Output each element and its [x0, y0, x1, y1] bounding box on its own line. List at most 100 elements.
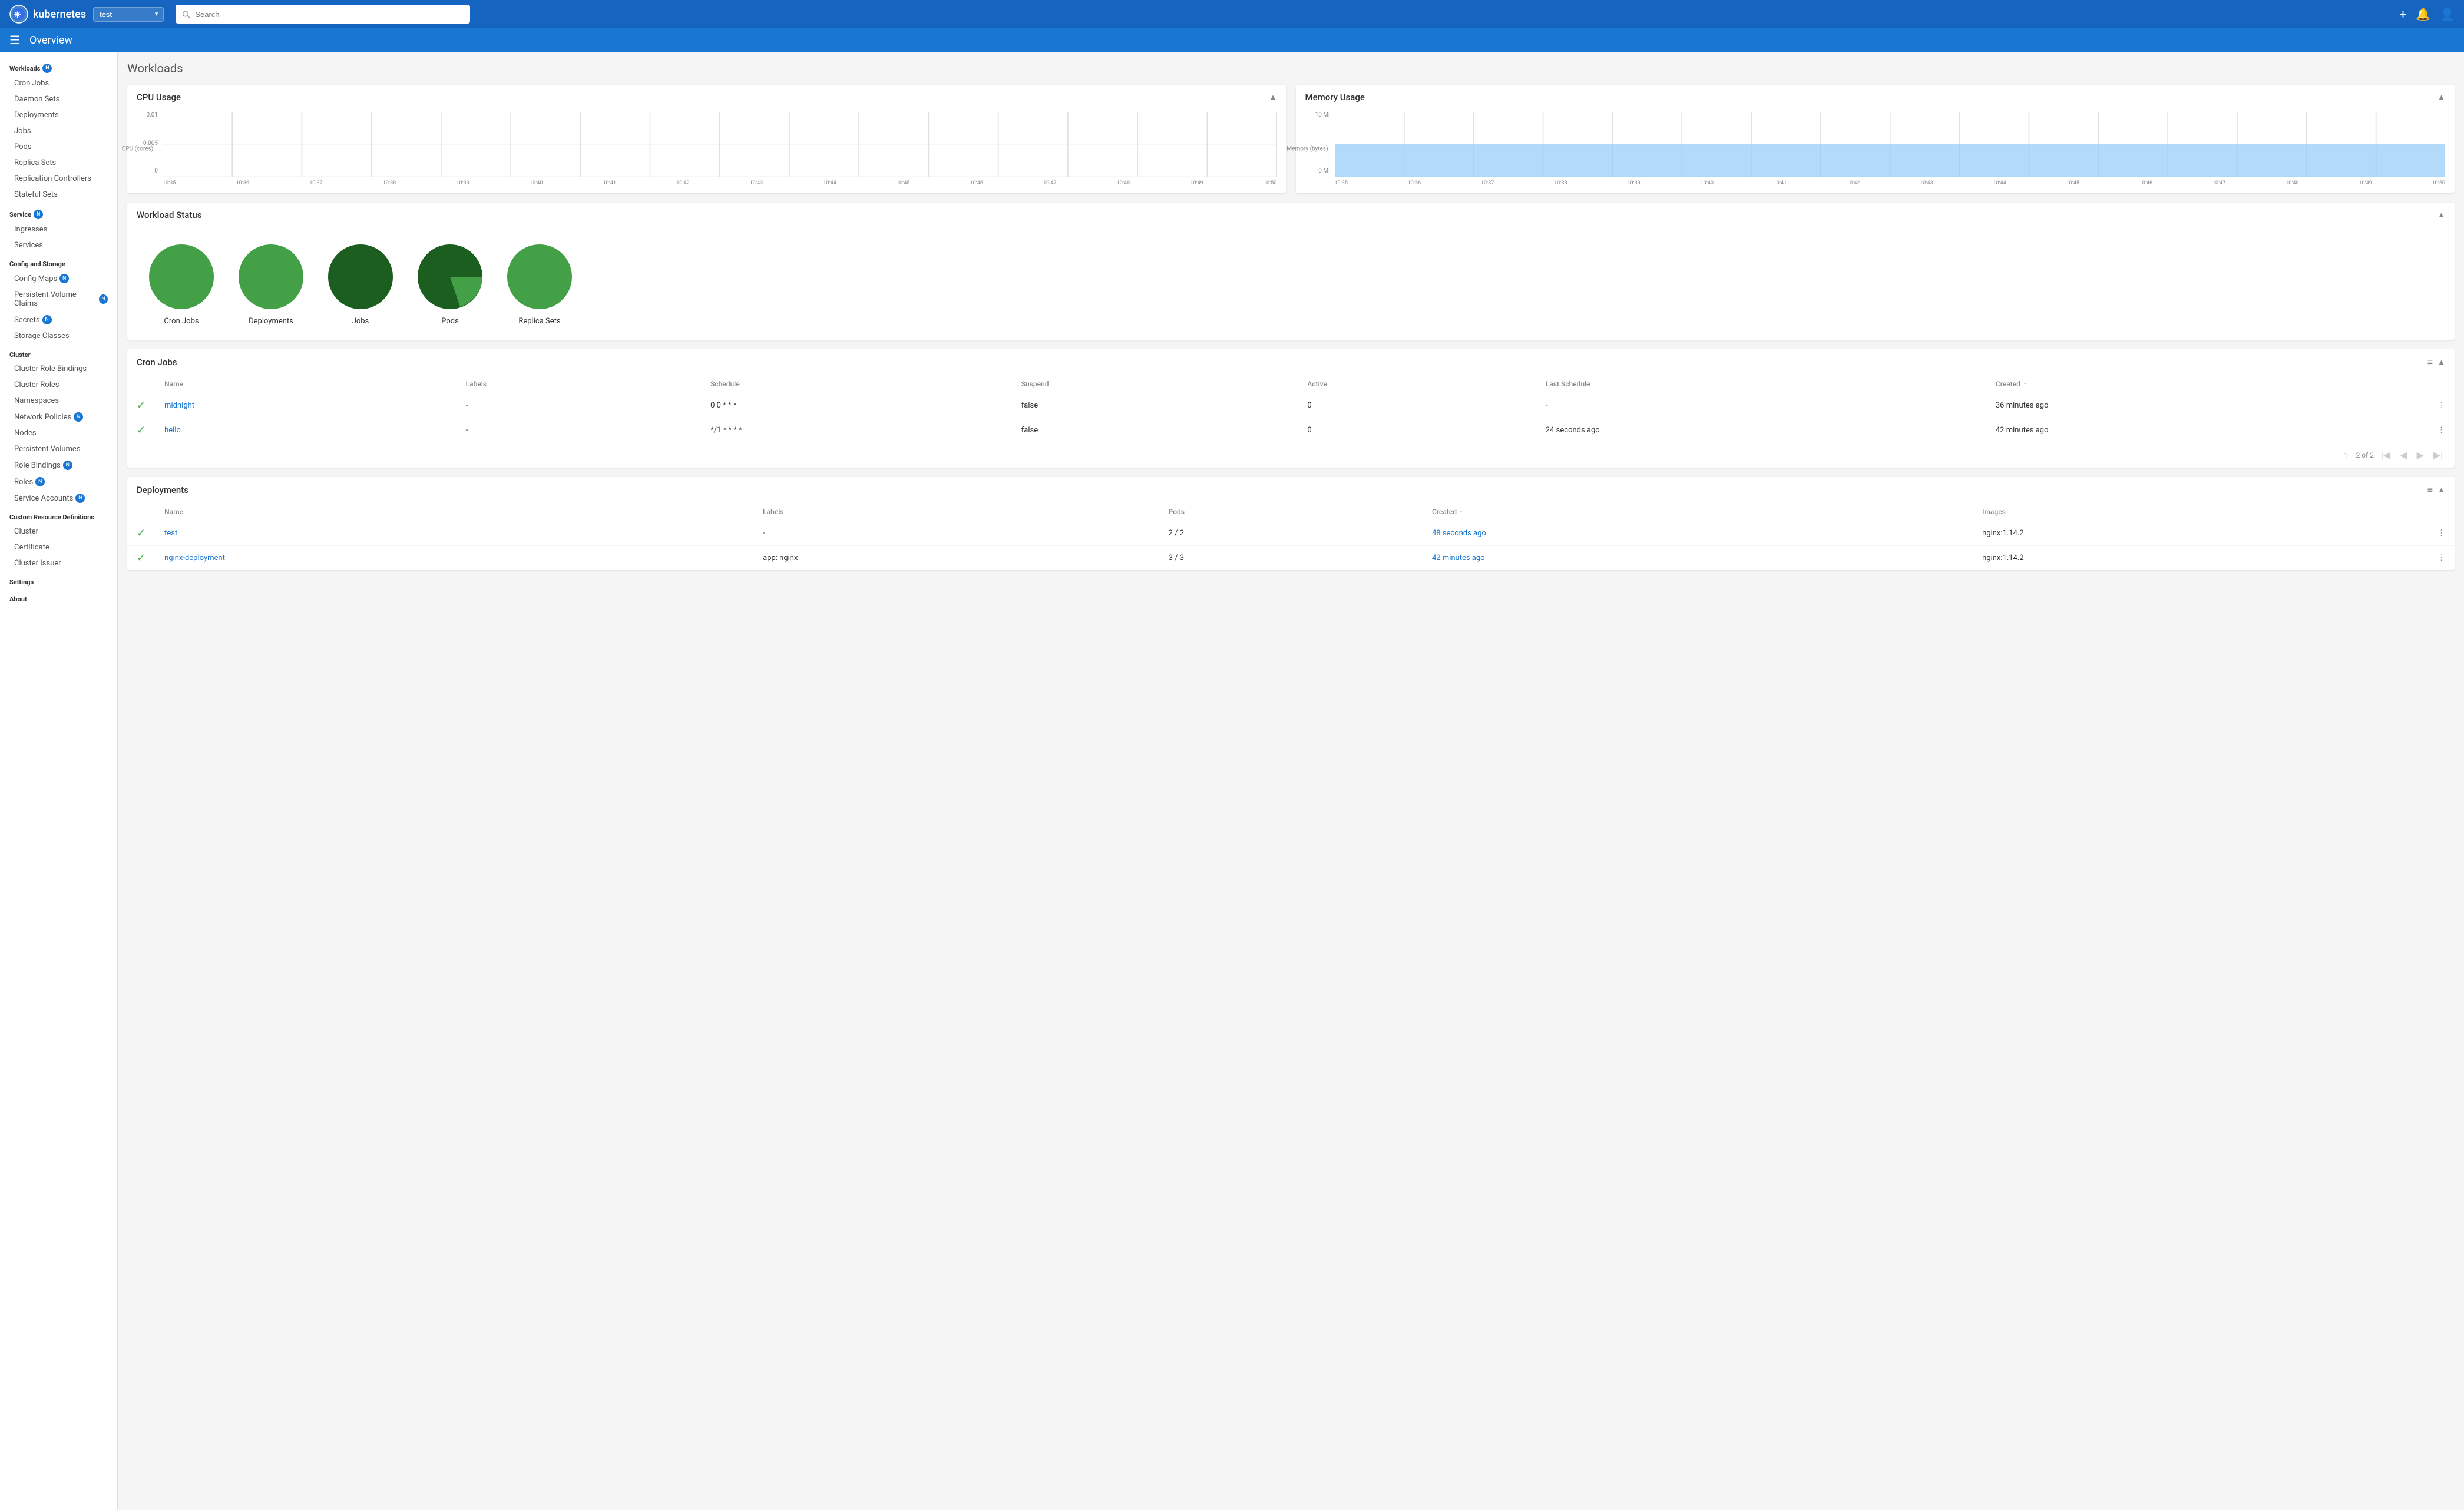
th-dep-images[interactable]: Images: [1973, 503, 2428, 521]
cpu-chart-collapse-icon[interactable]: ▲: [1269, 92, 1277, 102]
td-labels-nginx: app: nginx: [753, 546, 1159, 571]
notification-icon[interactable]: 🔔: [2416, 7, 2430, 21]
cron-jobs-collapse-icon[interactable]: ▲: [2437, 357, 2445, 367]
search-icon: [181, 9, 190, 19]
sidebar-item-service-accounts[interactable]: Service Accounts N: [0, 490, 117, 506]
td-images-test: nginx:1.14.2: [1973, 521, 2428, 546]
nginx-deployment-link[interactable]: nginx-deployment: [164, 554, 225, 562]
test-link[interactable]: test: [164, 529, 177, 538]
more-hello-icon[interactable]: ⋮: [2437, 426, 2445, 435]
sidebar-item-network-policies[interactable]: Network Policies N: [0, 409, 117, 425]
nginx-created-link[interactable]: 42 minutes ago: [1432, 554, 1485, 562]
memory-chart-collapse-icon[interactable]: ▲: [2437, 92, 2445, 102]
sidebar-item-stateful-sets[interactable]: Stateful Sets: [0, 187, 117, 203]
jobs-pie: [325, 241, 396, 312]
more-midnight-icon[interactable]: ⋮: [2437, 401, 2445, 410]
sidebar-item-services[interactable]: Services: [0, 237, 117, 253]
sidebar-item-crd-certificate[interactable]: Certificate: [0, 539, 117, 555]
cpu-y-label: CPU (cores): [122, 146, 153, 153]
search-input[interactable]: [195, 10, 464, 19]
memory-chart-wrapper: 10 Mi 0 Mi Memory (bytes): [1305, 112, 2446, 186]
th-dep-labels[interactable]: Labels: [753, 503, 1159, 521]
td-suspend-hello: false: [1012, 418, 1298, 443]
td-more-midnight: ⋮: [2428, 393, 2455, 418]
workload-status-collapse-icon[interactable]: ▲: [2437, 210, 2445, 220]
th-labels[interactable]: Labels: [457, 375, 701, 393]
th-name[interactable]: Name: [155, 375, 457, 393]
sidebar-item-crd-cluster-issuer[interactable]: Cluster Issuer: [0, 555, 117, 571]
td-images-nginx: nginx:1.14.2: [1973, 546, 2428, 571]
td-suspend-midnight: false: [1012, 393, 1298, 418]
sidebar-item-replica-sets[interactable]: Replica Sets: [0, 155, 117, 171]
user-avatar-icon[interactable]: 👤: [2440, 7, 2455, 21]
sidebar-item-jobs[interactable]: Jobs: [0, 123, 117, 139]
add-icon[interactable]: +: [2400, 7, 2406, 21]
test-created-link[interactable]: 48 seconds ago: [1432, 529, 1486, 538]
sidebar-item-namespaces[interactable]: Namespaces: [0, 393, 117, 409]
sidebar-item-role-bindings[interactable]: Role Bindings N: [0, 457, 117, 473]
th-created[interactable]: Created ↑: [1986, 375, 2428, 393]
cpu-chart-area: CPU (cores): [163, 112, 1277, 186]
cron-jobs-header-icons: ≡ ▲: [2427, 356, 2445, 368]
pagination-prev-icon[interactable]: ◀: [2397, 447, 2409, 463]
sidebar-item-secrets[interactable]: Secrets N: [0, 312, 117, 328]
table-row: ✓ midnight - 0 0 * * * false 0 - 36 minu…: [127, 393, 2455, 418]
th-last-schedule[interactable]: Last Schedule: [1536, 375, 1986, 393]
sidebar-item-pvc[interactable]: Persistent Volume Claims N: [0, 287, 117, 312]
status-ok-hello-icon: ✓: [137, 424, 145, 436]
td-created-hello: 42 minutes ago: [1986, 418, 2428, 443]
namespace-select[interactable]: test: [93, 7, 164, 22]
sidebar-item-deployments[interactable]: Deployments: [0, 107, 117, 123]
td-active-midnight: 0: [1298, 393, 1536, 418]
pagination-first-icon[interactable]: |◀: [2379, 447, 2393, 463]
sidebar-item-storage-classes[interactable]: Storage Classes: [0, 328, 117, 344]
td-name-nginx: nginx-deployment: [155, 546, 753, 571]
cpu-chart-inner: 0.01 0.005 0 CPU (cores): [127, 107, 1286, 193]
sidebar-item-config-maps[interactable]: Config Maps N: [0, 270, 117, 287]
more-test-icon[interactable]: ⋮: [2437, 529, 2445, 538]
search-bar: [176, 5, 470, 24]
memory-chart-header: Memory Usage ▲: [1296, 85, 2455, 107]
logo[interactable]: ⎈ kubernetes: [9, 5, 86, 24]
td-name-test: test: [155, 521, 753, 546]
sidebar-item-replication-controllers[interactable]: Replication Controllers: [0, 171, 117, 187]
sidebar-item-ingresses[interactable]: Ingresses: [0, 221, 117, 237]
sidebar-item-nodes[interactable]: Nodes: [0, 425, 117, 441]
memory-chart-inner: 10 Mi 0 Mi Memory (bytes): [1296, 107, 2455, 193]
td-status-midnight: ✓: [127, 393, 155, 418]
sidebar-section-about: About: [0, 588, 117, 605]
namespace-selector[interactable]: test: [93, 7, 164, 22]
deployments-filter-icon[interactable]: ≡: [2427, 484, 2433, 496]
pagination-next-icon[interactable]: ▶: [2414, 447, 2426, 463]
sidebar-item-crd-cluster[interactable]: Cluster: [0, 524, 117, 539]
sidebar-item-daemon-sets[interactable]: Daemon Sets: [0, 91, 117, 107]
sidebar-item-cron-jobs[interactable]: Cron Jobs: [0, 75, 117, 91]
cpu-chart-wrapper: 0.01 0.005 0 CPU (cores): [137, 112, 1277, 186]
more-nginx-icon[interactable]: ⋮: [2437, 554, 2445, 562]
hello-link[interactable]: hello: [164, 426, 181, 435]
sidebar-settings-label: Settings: [9, 578, 34, 586]
hamburger-icon[interactable]: ☰: [9, 33, 20, 47]
th-dep-created[interactable]: Created ↑: [1423, 503, 1973, 521]
th-suspend[interactable]: Suspend: [1012, 375, 1298, 393]
th-dep-pods[interactable]: Pods: [1159, 503, 1423, 521]
sidebar-item-persistent-volumes[interactable]: Persistent Volumes: [0, 441, 117, 457]
pods-pie: [415, 241, 485, 312]
td-more-hello: ⋮: [2428, 418, 2455, 443]
cpu-chart-svg: [163, 112, 1277, 177]
th-active[interactable]: Active: [1298, 375, 1536, 393]
sidebar-item-pods[interactable]: Pods: [0, 139, 117, 155]
sidebar-item-cluster-role-bindings[interactable]: Cluster Role Bindings: [0, 361, 117, 377]
pagination-last-icon[interactable]: ▶|: [2431, 447, 2445, 463]
cron-jobs-filter-icon[interactable]: ≡: [2427, 356, 2433, 368]
sidebar-item-roles[interactable]: Roles N: [0, 473, 117, 490]
pvc-badge: N: [99, 294, 108, 304]
sidebar-section-crd: Custom Resource Definitions: [0, 506, 117, 524]
ws-cron-jobs: Cron Jobs: [146, 241, 217, 326]
np-badge: N: [74, 412, 83, 422]
th-dep-name[interactable]: Name: [155, 503, 753, 521]
th-schedule[interactable]: Schedule: [701, 375, 1012, 393]
sidebar-item-cluster-roles[interactable]: Cluster Roles: [0, 377, 117, 393]
deployments-collapse-icon[interactable]: ▲: [2437, 485, 2445, 495]
midnight-link[interactable]: midnight: [164, 401, 194, 410]
